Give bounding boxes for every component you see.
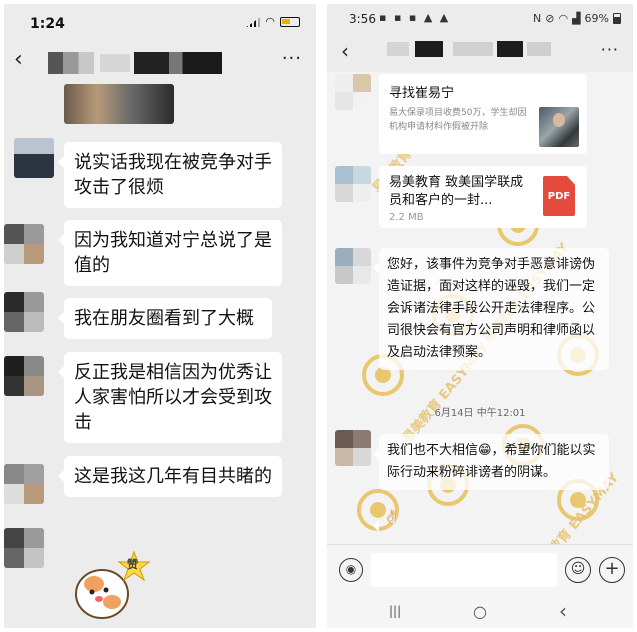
avatar[interactable] [4,528,44,568]
avatar[interactable] [4,464,44,504]
signal-icon [246,17,261,27]
status-icons: N ⊘ ◠ ▟ 69% [533,12,621,25]
blurred-chat-title-5 [527,42,551,56]
input-toolbar: ◉ ☺ + [327,544,633,596]
blurred-chat-title [387,42,409,56]
battery-percent: 69% [584,12,609,25]
hamster-icon [75,550,151,619]
right-screenshot: 易美教育 EASYMAY 易美教育 EASYMAY 易美教育 EASYMAY 易… [327,4,633,628]
file-name: 易美教育 致美国学联成员和客户的一封... [389,175,524,208]
status-time: 3:56 [349,12,376,26]
system-navigation-bar: ||| ○ ‹ [327,596,633,628]
status-bar: 3:56 ▪ ▪ ▪ ▲ ▲ N ⊘ ◠ ▟ 69% [327,4,633,32]
system-back-button[interactable]: ‹ [559,599,567,623]
message-bubble[interactable]: 这是我这几年有目共睹的 [58,456,282,497]
message-bubble[interactable]: 反正我是相信因为优秀让人家害怕所以才会受到攻击 [58,352,282,443]
back-button[interactable]: ‹ [14,49,23,71]
signal-icon: ▟ [572,12,581,25]
chat-header: ‹ ··· [4,40,316,84]
file-card[interactable]: 易美教育 致美国学联成员和客户的一封... 2.2 MB PDF [379,166,587,228]
message-bubble[interactable]: 我在朋友圈看到了大概 [58,298,272,339]
status-icons: ◠ [246,15,300,28]
hamster-sticker[interactable]: 赞 [72,544,162,624]
link-card-thumbnail [539,107,579,147]
avatar[interactable] [335,74,371,110]
blurred-chat-title-2 [415,41,443,57]
message-input[interactable] [371,553,557,587]
blurred-chat-title-2 [100,54,130,72]
pdf-file-icon: PDF [543,176,575,216]
recent-apps-button[interactable]: ||| [389,604,401,618]
voice-input-button[interactable]: ◉ [339,558,363,582]
more-icon[interactable]: ··· [601,40,619,59]
notification-icons: ▪ ▪ ▪ ▲ ▲ [379,11,451,24]
image-message[interactable] [64,84,174,124]
avatar[interactable] [4,356,44,396]
avatar[interactable] [335,166,371,202]
message-timestamp: 6月14日 中午12:01 [434,408,526,419]
home-button[interactable]: ○ [473,602,487,621]
status-time: 1:24 [30,16,65,32]
blurred-chat-title-4 [497,41,523,57]
message-bubble[interactable]: 您好，该事件为竞争对手恶意诽谤伪造证据，面对这样的诬毁，我们一定会诉诸法律手段公… [373,248,609,370]
message-bubble[interactable]: 因为我知道对宁总说了是值的 [58,220,282,286]
mute-icon: ⊘ [545,12,555,25]
status-bar: 1:24 ◠ [4,4,316,40]
emoji-button[interactable]: ☺ [565,557,591,583]
battery-icon [280,17,300,27]
left-screenshot: 1:24 ◠ ‹ ··· 说实话我现在被竞争对手攻击了很烦 因为我知道对宁总说了… [4,4,316,628]
more-icon[interactable]: ··· [282,48,302,69]
battery-icon [613,13,621,24]
blurred-chat-title-3 [453,42,493,56]
chat-header: ‹ ··· [327,32,633,72]
back-button[interactable]: ‹ [341,39,349,63]
blurred-chat-title-3 [134,52,222,74]
avatar[interactable] [4,292,44,332]
avatar[interactable] [335,248,371,284]
message-bubble[interactable]: 说实话我现在被竞争对手攻击了很烦 [58,142,282,208]
message-bubble[interactable]: 我们也不大相信😁，希望你们能以实际行动来粉碎诽谤者的阴谋。 [373,434,609,490]
sticker-label: 赞 [127,558,138,571]
blurred-chat-title [48,52,94,74]
wifi-icon: ◠ [265,15,275,28]
avatar[interactable] [14,138,54,178]
link-card[interactable]: 寻找崔易宁 易大保录项目收费50万，学生却因机构申请材料作假被开除 [379,74,587,154]
nfc-icon: N [533,12,542,25]
link-card-title: 寻找崔易宁 [389,86,455,101]
avatar[interactable] [4,224,44,264]
wifi-icon: ◠ [558,12,569,25]
more-actions-button[interactable]: + [599,557,625,583]
link-card-description: 易大保录项目收费50万，学生却因机构申请材料作假被开除 [389,108,527,132]
emoji-message-bubble[interactable]: 👌🏻 [372,506,404,532]
avatar[interactable] [335,430,371,466]
